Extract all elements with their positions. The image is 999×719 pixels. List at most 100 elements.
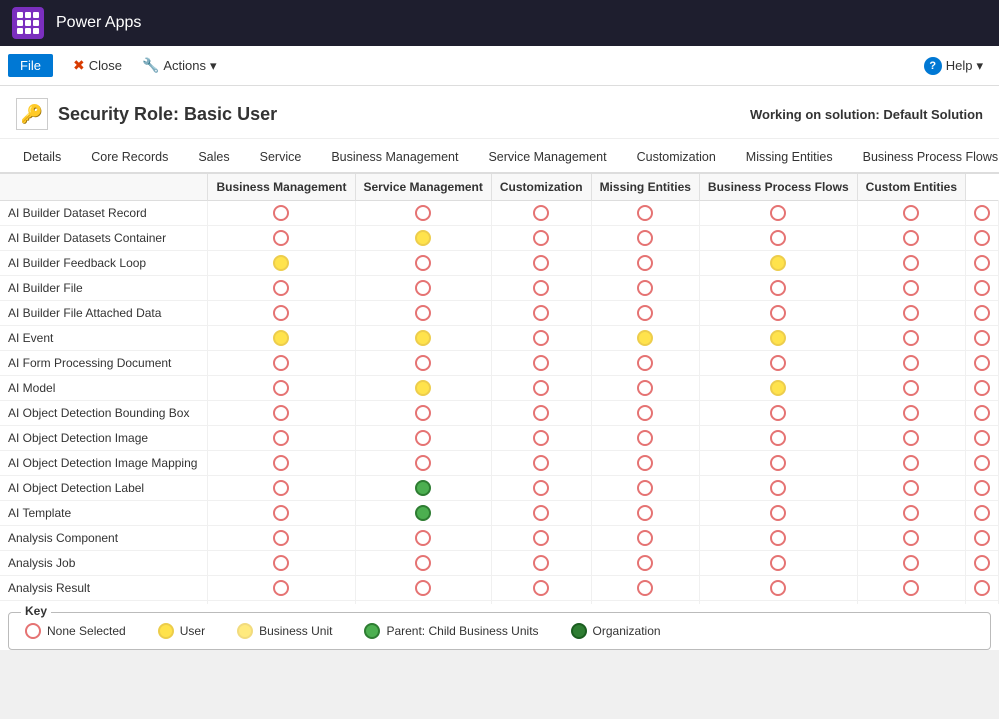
none-selected-indicator[interactable] xyxy=(770,505,786,521)
none-selected-indicator[interactable] xyxy=(415,205,431,221)
none-selected-indicator[interactable] xyxy=(637,380,653,396)
none-selected-indicator[interactable] xyxy=(637,430,653,446)
none-selected-indicator[interactable] xyxy=(903,330,919,346)
table-container[interactable]: Business ManagementService ManagementCus… xyxy=(0,174,999,604)
none-selected-indicator[interactable] xyxy=(533,305,549,321)
none-selected-indicator[interactable] xyxy=(770,480,786,496)
cell-r15-c4[interactable] xyxy=(699,576,857,601)
none-selected-indicator[interactable] xyxy=(533,380,549,396)
none-selected-indicator[interactable] xyxy=(770,430,786,446)
none-selected-indicator[interactable] xyxy=(903,305,919,321)
none-selected-indicator[interactable] xyxy=(415,580,431,596)
cell-r9-c6[interactable] xyxy=(966,426,999,451)
cell-r6-c2[interactable] xyxy=(491,351,591,376)
cell-r5-c0[interactable] xyxy=(208,326,355,351)
child-business-units-indicator[interactable] xyxy=(364,623,380,639)
none-selected-indicator[interactable] xyxy=(637,305,653,321)
none-selected-indicator[interactable] xyxy=(903,230,919,246)
cell-r10-c5[interactable] xyxy=(857,451,965,476)
none-selected-indicator[interactable] xyxy=(415,555,431,571)
cell-r0-c1[interactable] xyxy=(355,201,491,226)
none-selected-indicator[interactable] xyxy=(273,530,289,546)
none-selected-indicator[interactable] xyxy=(637,205,653,221)
tab-details[interactable]: Details xyxy=(8,141,76,174)
none-selected-indicator[interactable] xyxy=(533,205,549,221)
cell-r13-c1[interactable] xyxy=(355,526,491,551)
none-selected-indicator[interactable] xyxy=(974,480,990,496)
cell-r7-c1[interactable] xyxy=(355,376,491,401)
none-selected-indicator[interactable] xyxy=(637,230,653,246)
none-selected-indicator[interactable] xyxy=(273,455,289,471)
cell-r7-c5[interactable] xyxy=(857,376,965,401)
cell-r7-c3[interactable] xyxy=(591,376,699,401)
none-selected-indicator[interactable] xyxy=(770,455,786,471)
cell-r13-c4[interactable] xyxy=(699,526,857,551)
user-indicator[interactable] xyxy=(770,255,786,271)
cell-r11-c3[interactable] xyxy=(591,476,699,501)
business-unit-indicator[interactable] xyxy=(237,623,253,639)
cell-r15-c1[interactable] xyxy=(355,576,491,601)
user-indicator[interactable] xyxy=(273,255,289,271)
cell-r7-c4[interactable] xyxy=(699,376,857,401)
cell-r15-c5[interactable] xyxy=(857,576,965,601)
cell-r1-c6[interactable] xyxy=(966,226,999,251)
cell-r2-c0[interactable] xyxy=(208,251,355,276)
tab-sales[interactable]: Sales xyxy=(183,141,244,174)
cell-r16-c5[interactable] xyxy=(857,601,965,605)
none-selected-indicator[interactable] xyxy=(903,380,919,396)
cell-r14-c4[interactable] xyxy=(699,551,857,576)
user-indicator[interactable] xyxy=(273,330,289,346)
cell-r16-c2[interactable] xyxy=(491,601,591,605)
none-selected-indicator[interactable] xyxy=(533,230,549,246)
none-selected-indicator[interactable] xyxy=(533,280,549,296)
none-selected-indicator[interactable] xyxy=(974,380,990,396)
none-selected-indicator[interactable] xyxy=(903,530,919,546)
none-selected-indicator[interactable] xyxy=(903,555,919,571)
none-selected-indicator[interactable] xyxy=(974,230,990,246)
none-selected-indicator[interactable] xyxy=(974,455,990,471)
tab-business-process-flows[interactable]: Business Process Flows xyxy=(848,141,999,174)
cell-r14-c1[interactable] xyxy=(355,551,491,576)
none-selected-indicator[interactable] xyxy=(637,405,653,421)
cell-r3-c0[interactable] xyxy=(208,276,355,301)
cell-r3-c2[interactable] xyxy=(491,276,591,301)
none-selected-indicator[interactable] xyxy=(637,505,653,521)
none-selected-indicator[interactable] xyxy=(903,405,919,421)
cell-r9-c0[interactable] xyxy=(208,426,355,451)
organization-indicator[interactable] xyxy=(571,623,587,639)
user-indicator[interactable] xyxy=(415,230,431,246)
cell-r4-c2[interactable] xyxy=(491,301,591,326)
cell-r15-c2[interactable] xyxy=(491,576,591,601)
none-selected-indicator[interactable] xyxy=(903,505,919,521)
user-indicator[interactable] xyxy=(637,330,653,346)
cell-r3-c6[interactable] xyxy=(966,276,999,301)
cell-r10-c2[interactable] xyxy=(491,451,591,476)
none-selected-indicator[interactable] xyxy=(273,430,289,446)
none-selected-indicator[interactable] xyxy=(770,555,786,571)
cell-r0-c2[interactable] xyxy=(491,201,591,226)
cell-r0-c6[interactable] xyxy=(966,201,999,226)
none-selected-indicator[interactable] xyxy=(415,305,431,321)
none-selected-indicator[interactable] xyxy=(533,580,549,596)
actions-button[interactable]: 🔧 Actions ▾ xyxy=(134,53,225,78)
cell-r6-c4[interactable] xyxy=(699,351,857,376)
cell-r6-c3[interactable] xyxy=(591,351,699,376)
cell-r1-c4[interactable] xyxy=(699,226,857,251)
cell-r13-c6[interactable] xyxy=(966,526,999,551)
cell-r4-c6[interactable] xyxy=(966,301,999,326)
cell-r14-c0[interactable] xyxy=(208,551,355,576)
none-selected-indicator[interactable] xyxy=(273,505,289,521)
cell-r7-c0[interactable] xyxy=(208,376,355,401)
cell-r5-c2[interactable] xyxy=(491,326,591,351)
tab-core-records[interactable]: Core Records xyxy=(76,141,183,174)
cell-r0-c3[interactable] xyxy=(591,201,699,226)
child-business-units-indicator[interactable] xyxy=(415,480,431,496)
none-selected-indicator[interactable] xyxy=(637,580,653,596)
tab-business-management[interactable]: Business Management xyxy=(316,141,473,174)
cell-r5-c5[interactable] xyxy=(857,326,965,351)
none-selected-indicator[interactable] xyxy=(273,230,289,246)
none-selected-indicator[interactable] xyxy=(415,430,431,446)
none-selected-indicator[interactable] xyxy=(974,530,990,546)
none-selected-indicator[interactable] xyxy=(903,480,919,496)
none-selected-indicator[interactable] xyxy=(770,280,786,296)
